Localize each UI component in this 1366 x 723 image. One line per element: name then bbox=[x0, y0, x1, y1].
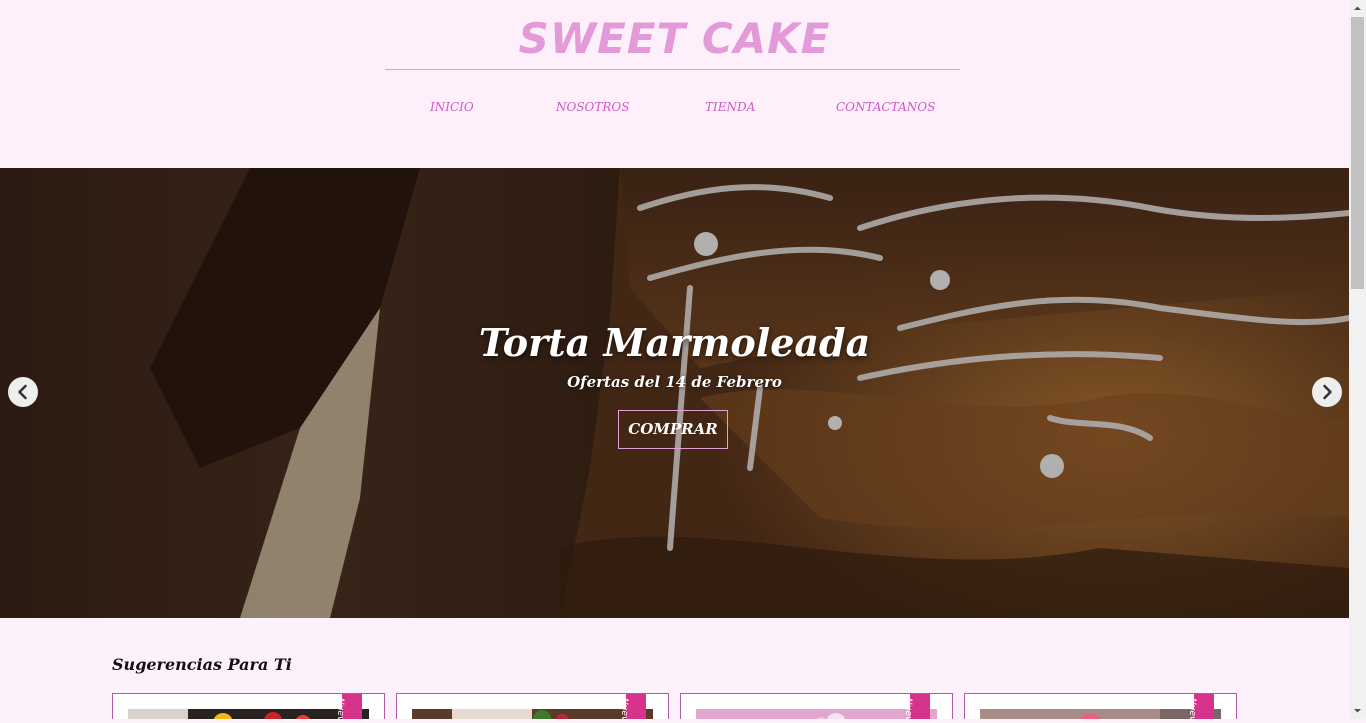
hero-subtitle: Ofertas del 14 de Febrero bbox=[567, 373, 782, 391]
hero-title: Torta Marmoleada bbox=[478, 320, 871, 365]
nav-item-contactanos[interactable]: CONTACTANOS bbox=[836, 100, 935, 114]
new-badge: Nuevo bbox=[619, 694, 646, 719]
new-badge: Nuevo bbox=[335, 694, 362, 719]
chevron-left-icon bbox=[18, 384, 27, 400]
site-header: SWEET CAKE INICIO NOSOTROS TIENDA CONTAC… bbox=[0, 0, 1349, 168]
chevron-right-icon bbox=[1323, 384, 1332, 400]
new-badge: Nuevo bbox=[1187, 694, 1214, 719]
suggestions-title: Sugerencias Para Ti bbox=[112, 655, 292, 674]
vertical-scrollbar[interactable] bbox=[1349, 0, 1366, 719]
product-card[interactable]: Nuevo bbox=[112, 693, 385, 719]
product-image bbox=[696, 709, 937, 719]
carousel-prev-button[interactable] bbox=[8, 377, 38, 407]
product-image bbox=[128, 709, 369, 719]
product-image bbox=[980, 709, 1221, 719]
product-card[interactable]: Nuevo bbox=[964, 693, 1237, 719]
nav-item-tienda[interactable]: TIENDA bbox=[705, 100, 755, 114]
nav-item-nosotros[interactable]: NOSOTROS bbox=[556, 100, 630, 114]
brand-logo[interactable]: SWEET CAKE bbox=[0, 14, 1349, 63]
buy-button[interactable]: COMPRAR bbox=[618, 410, 728, 449]
page: SWEET CAKE INICIO NOSOTROS TIENDA CONTAC… bbox=[0, 0, 1349, 719]
scroll-down-arrow-icon[interactable] bbox=[1349, 702, 1366, 719]
scroll-up-arrow-icon[interactable] bbox=[1349, 0, 1366, 17]
main-nav: INICIO NOSOTROS TIENDA CONTACTANOS bbox=[0, 100, 1349, 120]
scrollbar-thumb[interactable] bbox=[1351, 17, 1364, 289]
hero-image bbox=[0, 168, 1349, 618]
product-card[interactable]: Nuevo bbox=[396, 693, 669, 719]
new-badge: Nuevo bbox=[903, 694, 930, 719]
carousel-next-button[interactable] bbox=[1312, 377, 1342, 407]
hero-carousel: Torta Marmoleada Ofertas del 14 de Febre… bbox=[0, 168, 1349, 618]
nav-item-inicio[interactable]: INICIO bbox=[430, 100, 474, 114]
product-image bbox=[412, 709, 653, 719]
product-card[interactable]: Nuevo bbox=[680, 693, 953, 719]
header-divider bbox=[385, 69, 960, 70]
